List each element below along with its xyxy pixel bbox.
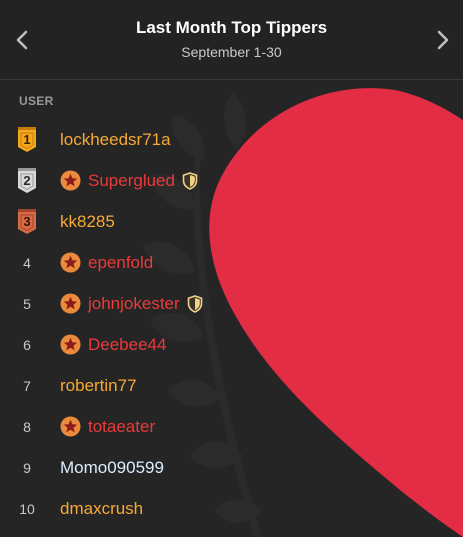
user-link[interactable]: robertin77 [60,376,137,396]
rank-number: 7 [23,377,31,394]
username: kk8285 [60,211,115,231]
user-link[interactable]: Deebee44 [60,334,166,355]
user-link[interactable]: lockheedsr71a [60,130,171,150]
user-link[interactable]: Momo090599 [60,458,164,478]
rank-cell: 1 [0,119,60,160]
table-row: 1 lockheedsr71a [0,119,463,160]
shield-icon [182,171,198,190]
table-row: 10 dmaxcrush [0,488,463,529]
rank-cell: 6 [0,324,60,365]
gold-medal-icon: 1 [15,126,39,153]
username: Momo090599 [60,457,164,477]
rank-cell: 3 [0,201,60,242]
star-badge-icon [60,293,81,314]
rank-cell: 10 [0,488,60,529]
user-link[interactable]: totaeater [60,416,155,437]
shield-icon [187,294,202,313]
star-badge-icon [60,252,81,273]
tippers-list: 1 lockheedsr71a 2 Superglued 3 kk8285 4 epenfol… [0,119,463,529]
rank-cell: 2 [0,160,60,201]
star-badge-icon [60,170,81,191]
star-badge-icon [60,334,81,355]
rank-number: 9 [23,459,31,476]
user-link[interactable]: epenfold [60,252,153,273]
table-row: 2 Superglued [0,160,463,201]
top-tippers-panel: Last Month Top Tippers September 1-30 US… [0,0,463,537]
user-link[interactable]: dmaxcrush [60,499,143,519]
column-header-user: USER [19,94,54,108]
table-row: 6 Deebee44 [0,324,463,365]
table-row: 4 epenfold [0,242,463,283]
page-title: Last Month Top Tippers [135,18,328,37]
rank-cell: 5 [0,283,60,324]
rank-number: 8 [23,418,31,435]
user-link[interactable]: Superglued [60,170,198,191]
username: dmaxcrush [60,498,144,518]
username: robertin77 [60,375,137,395]
chevron-right-icon [437,30,449,50]
username: epenfold [88,252,154,272]
rank-cell: 9 [0,447,60,488]
bronze-medal-icon: 3 [15,208,39,235]
silver-medal-icon: 2 [15,167,39,194]
rank-number: 2 [23,172,31,188]
header: Last Month Top Tippers September 1-30 [0,0,463,80]
username: totaeater [88,416,156,436]
user-link[interactable]: johnjokester [60,293,203,314]
rank-cell: 8 [0,406,60,447]
table-row: 3 kk8285 [0,201,463,242]
username: johnjokester [88,293,180,313]
period-subtitle: September 1-30 [181,44,282,60]
username: lockheedsr71a [60,129,171,149]
next-month-button[interactable] [431,26,455,54]
rank-number: 1 [23,131,31,147]
star-badge-icon [60,416,81,437]
rank-number: 4 [23,254,31,271]
rank-number: 3 [23,213,31,229]
username: Superglued [88,170,175,190]
table-row: 5 johnjokester [0,283,463,324]
username: Deebee44 [88,334,167,354]
table-row: 8 totaeater [0,406,463,447]
rank-number: 6 [23,336,31,353]
rank-number: 5 [23,295,31,312]
table-row: 7 robertin77 [0,365,463,406]
table-row: 9 Momo090599 [0,447,463,488]
rank-number: 10 [19,500,35,517]
user-link[interactable]: kk8285 [60,212,115,232]
rank-cell: 4 [0,242,60,283]
rank-cell: 7 [0,365,60,406]
